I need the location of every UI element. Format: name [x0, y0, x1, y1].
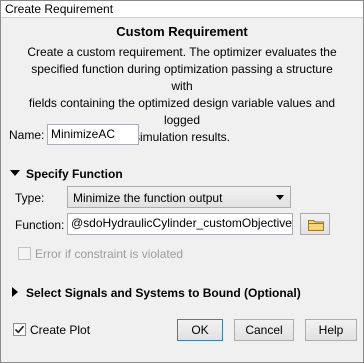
type-label: Type:	[15, 191, 45, 205]
cancel-button[interactable]: Cancel	[234, 319, 294, 341]
title-bar: Create Requirement	[1, 1, 363, 18]
folder-icon	[308, 220, 324, 231]
create-requirement-dialog: Create Requirement Custom Requirement Cr…	[0, 0, 364, 363]
help-button[interactable]: Help	[305, 319, 357, 341]
select-signals-header[interactable]: Select Signals and Systems to Bound (Opt…	[26, 286, 301, 300]
checkmark-icon	[14, 325, 25, 334]
create-plot-checkbox[interactable]	[13, 323, 26, 336]
error-if-violated-checkbox[interactable]	[18, 247, 31, 260]
type-dropdown[interactable]: Minimize the function output	[67, 186, 291, 208]
function-label: Function:	[15, 218, 65, 232]
description-line: specified function during optimization p…	[31, 62, 333, 93]
create-plot-label: Create Plot	[30, 323, 91, 337]
name-label: Name:	[9, 128, 45, 142]
requirement-heading: Custom Requirement	[116, 24, 248, 39]
chevron-down-icon	[276, 195, 284, 200]
name-input[interactable]: MinimizeAC	[47, 124, 139, 145]
specify-function-header[interactable]: Specify Function	[26, 167, 123, 181]
window-title: Create Requirement	[5, 2, 114, 16]
function-input[interactable]: @sdoHydraulicCylinder_customObjective	[67, 213, 293, 235]
browse-button[interactable]	[300, 213, 330, 235]
error-if-violated-label: Error if constraint is violated	[35, 247, 184, 261]
ok-button[interactable]: OK	[177, 319, 223, 341]
description-line: Create a custom requirement. The optimiz…	[27, 45, 337, 59]
type-selected-value: Minimize the function output	[73, 191, 223, 205]
collapse-triangle-icon[interactable]	[10, 170, 20, 176]
expand-triangle-icon[interactable]	[12, 287, 18, 297]
